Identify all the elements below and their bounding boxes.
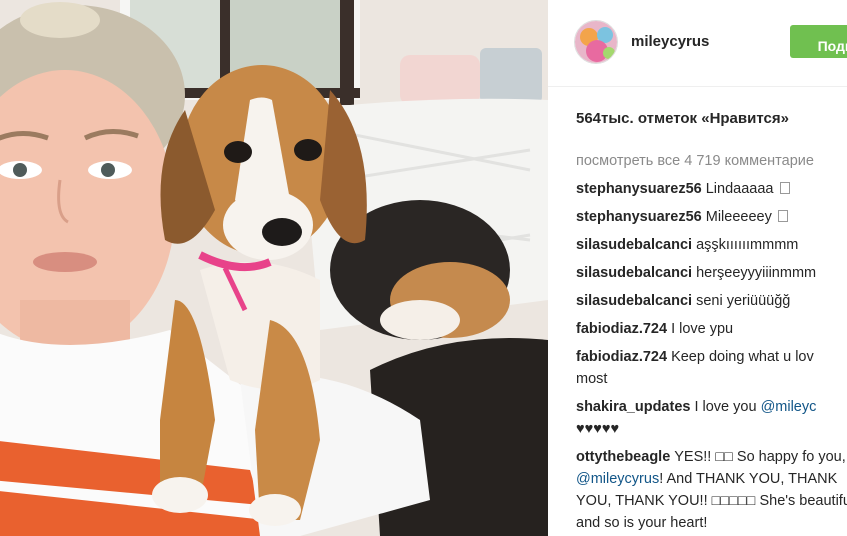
mention-link[interactable]: @mileyc xyxy=(761,399,817,415)
photo-illustration xyxy=(0,0,548,536)
post-header: mileycyrus Подп xyxy=(548,0,847,87)
comment-author[interactable]: stephanysuarez56 xyxy=(576,209,702,225)
emoji-placeholder-icon xyxy=(779,182,790,194)
comment-author[interactable]: silasudebalcanci xyxy=(576,265,692,281)
comment-author[interactable]: silasudebalcanci xyxy=(576,293,692,309)
comment: silasudebalcanci herşeeyyyiiinmmm xyxy=(576,262,847,284)
comment-text: Lindaaaaa xyxy=(705,181,774,197)
emoji-placeholder-icon xyxy=(777,210,788,222)
comment-text: YES!! □□ So happy fo you, xyxy=(674,449,846,465)
mention-link[interactable]: @mileycyrus xyxy=(576,471,659,487)
comment-author[interactable]: shakira_updates xyxy=(576,399,690,415)
comment-author[interactable]: stephanysuarez56 xyxy=(576,181,702,197)
comment: silasudebalcanci aşşkıııııımmmm xyxy=(576,234,847,256)
avatar-image xyxy=(575,21,617,63)
comment: stephanysuarez56 Lindaaaaa xyxy=(576,178,847,200)
comment: stephanysuarez56 Mileeeeey xyxy=(576,206,847,228)
username-link[interactable]: mileycyrus xyxy=(631,33,709,50)
post-sidebar: mileycyrus Подп 564тыс. отметок «Нравитс… xyxy=(548,0,847,536)
comment-author[interactable]: ottythebeagle xyxy=(576,449,670,465)
comment-text: I love you xyxy=(694,399,757,415)
comments-list: посмотреть все 4 719 комментарие stephan… xyxy=(576,150,847,536)
comment-author[interactable]: fabiodiaz.724 xyxy=(576,321,667,337)
comment: fabiodiaz.724 I love ypu xyxy=(576,318,847,340)
comment-text: seni yeriüüüğğ xyxy=(696,293,791,309)
comment: shakira_updates I love you @mileyc ♥♥♥♥♥ xyxy=(576,396,847,440)
comment-text-continued: ♥♥♥♥♥ xyxy=(576,421,620,437)
post-photo[interactable] xyxy=(0,0,548,536)
comment-text: Mileeeeey xyxy=(705,209,772,225)
comment-text: Keep doing what u lov xyxy=(671,349,814,365)
comment: silasudebalcanci seni yeriüüüğğ xyxy=(576,290,847,312)
avatar[interactable] xyxy=(574,20,618,64)
comment: fabiodiaz.724 Keep doing what u lov most xyxy=(576,346,847,390)
comment-text: herşeeyyyiiinmmm xyxy=(696,265,817,281)
view-all-comments-link[interactable]: посмотреть все 4 719 комментарие xyxy=(576,150,847,172)
comment: ottythebeagle YES!! □□ So happy fo you, @… xyxy=(576,446,847,534)
comment-text-continued: most xyxy=(576,371,608,387)
comment-text: aşşkıııııımmmm xyxy=(696,237,799,253)
comment-text: I love ypu xyxy=(671,321,734,337)
likes-count[interactable]: 564тыс. отметок «Нравится» xyxy=(576,110,789,127)
comment-author[interactable]: fabiodiaz.724 xyxy=(576,349,667,365)
comment-author[interactable]: silasudebalcanci xyxy=(576,237,692,253)
follow-button[interactable]: Подп xyxy=(790,25,847,58)
